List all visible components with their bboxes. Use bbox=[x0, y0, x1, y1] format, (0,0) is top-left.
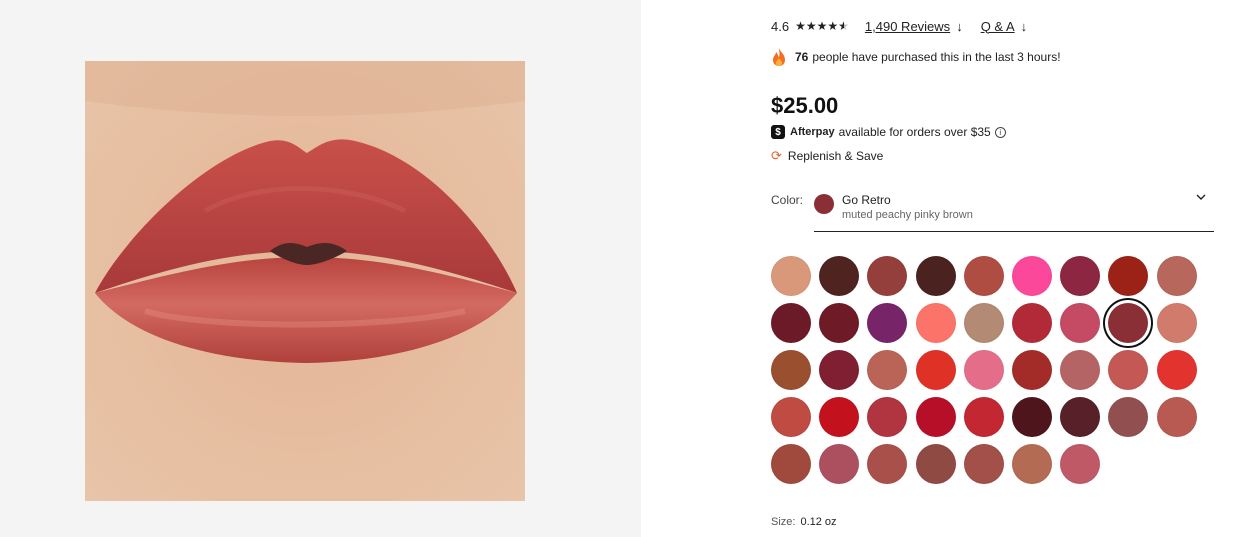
info-icon[interactable]: i bbox=[994, 126, 1006, 138]
color-swatch[interactable] bbox=[1012, 350, 1052, 390]
refresh-icon: ⟳ bbox=[771, 148, 782, 163]
color-swatch[interactable] bbox=[1012, 444, 1052, 484]
afterpay-icon: $ bbox=[771, 125, 785, 139]
color-swatch[interactable] bbox=[915, 397, 956, 437]
arrow-down-icon[interactable]: ↓ bbox=[1021, 19, 1028, 34]
color-swatch[interactable] bbox=[915, 256, 956, 296]
replenish-label: Replenish & Save bbox=[787, 149, 884, 163]
selected-color-description: muted peachy pinky brown bbox=[842, 209, 973, 221]
color-swatch[interactable] bbox=[771, 350, 811, 390]
color-swatch[interactable] bbox=[1108, 303, 1149, 343]
rating-row: 4.6 ★ ★ ★ ★ ★ 1,490 Reviews ↓ Q & A ↓ bbox=[771, 17, 1033, 35]
color-swatch[interactable] bbox=[819, 303, 860, 343]
color-swatch[interactable] bbox=[819, 350, 860, 390]
color-swatch[interactable] bbox=[1060, 397, 1101, 437]
product-image[interactable] bbox=[85, 61, 525, 501]
color-swatch[interactable] bbox=[867, 444, 908, 484]
fire-icon bbox=[773, 48, 785, 66]
color-swatch[interactable] bbox=[963, 256, 1004, 296]
urgency-text: people have purchased this in the last 3… bbox=[812, 50, 1061, 64]
color-swatch[interactable] bbox=[963, 350, 1004, 390]
afterpay-row: $ Afterpay available for orders over $35… bbox=[771, 124, 1006, 140]
urgency-count: 76 bbox=[795, 50, 809, 64]
color-label: Color: bbox=[771, 193, 804, 207]
color-swatch[interactable] bbox=[1012, 397, 1052, 437]
urgency-message: 76 people have purchased this in the las… bbox=[771, 47, 1061, 67]
color-swatch[interactable] bbox=[1156, 397, 1197, 437]
selected-color-swatch bbox=[814, 194, 834, 214]
star-icon: ★ bbox=[816, 19, 828, 33]
color-swatch[interactable] bbox=[1156, 256, 1197, 296]
lips-illustration bbox=[85, 61, 525, 501]
color-swatch[interactable] bbox=[963, 444, 1004, 484]
color-swatch[interactable] bbox=[1060, 350, 1101, 390]
product-title-partial bbox=[771, 0, 1101, 4]
reviews-link[interactable]: 1,490 Reviews bbox=[865, 19, 950, 34]
size-row: Size: 0.12 oz bbox=[771, 516, 837, 528]
color-swatch[interactable] bbox=[1060, 303, 1101, 343]
color-swatch[interactable] bbox=[1108, 397, 1149, 437]
color-swatch[interactable] bbox=[771, 397, 811, 437]
color-dropdown[interactable]: Go Retro muted peachy pinky brown bbox=[814, 190, 1214, 232]
color-swatch[interactable] bbox=[1156, 303, 1197, 343]
color-swatch[interactable] bbox=[915, 303, 956, 343]
price: $25.00 bbox=[771, 93, 839, 118]
color-swatch[interactable] bbox=[963, 397, 1004, 437]
qa-link[interactable]: Q & A bbox=[981, 19, 1015, 34]
product-info-panel: 4.6 ★ ★ ★ ★ ★ 1,490 Reviews ↓ Q & A ↓ 76… bbox=[771, 0, 1221, 537]
color-swatch[interactable] bbox=[1060, 256, 1101, 296]
afterpay-text: available for orders over $35 bbox=[838, 125, 991, 139]
color-swatch[interactable] bbox=[867, 256, 908, 296]
color-swatch[interactable] bbox=[819, 256, 860, 296]
afterpay-name: Afterpay bbox=[790, 126, 835, 138]
selected-color-name: Go Retro bbox=[842, 193, 891, 207]
color-swatch[interactable] bbox=[1156, 350, 1197, 390]
color-swatch[interactable] bbox=[1108, 350, 1149, 390]
color-swatch[interactable] bbox=[1012, 303, 1052, 343]
color-swatch[interactable] bbox=[1108, 256, 1149, 296]
color-swatch[interactable] bbox=[819, 397, 860, 437]
star-icon: ★ bbox=[827, 19, 839, 33]
rating-value: 4.6 bbox=[771, 18, 790, 34]
color-swatch[interactable] bbox=[819, 444, 860, 484]
arrow-down-icon[interactable]: ↓ bbox=[956, 19, 963, 34]
color-swatch[interactable] bbox=[915, 444, 956, 484]
star-rating: ★ ★ ★ ★ ★ bbox=[795, 20, 849, 32]
color-swatch[interactable] bbox=[771, 444, 811, 484]
color-swatch[interactable] bbox=[867, 397, 908, 437]
star-icon: ★ bbox=[805, 19, 817, 33]
size-label: Size: bbox=[771, 516, 796, 528]
replenish-row[interactable]: ⟳ Replenish & Save bbox=[771, 148, 883, 164]
size-value: 0.12 oz bbox=[800, 516, 837, 528]
color-swatch[interactable] bbox=[1060, 444, 1101, 484]
chevron-down-icon[interactable] bbox=[1196, 192, 1206, 202]
color-swatch[interactable] bbox=[915, 350, 956, 390]
star-icon: ★ bbox=[795, 19, 806, 33]
color-swatch[interactable] bbox=[867, 303, 908, 343]
color-swatch[interactable] bbox=[1012, 256, 1052, 296]
color-swatch[interactable] bbox=[771, 256, 811, 296]
color-swatch[interactable] bbox=[963, 303, 1004, 343]
color-swatch[interactable] bbox=[771, 303, 811, 343]
product-gallery bbox=[0, 0, 641, 537]
star-half-icon: ★ bbox=[838, 19, 849, 33]
color-swatch[interactable] bbox=[867, 350, 908, 390]
